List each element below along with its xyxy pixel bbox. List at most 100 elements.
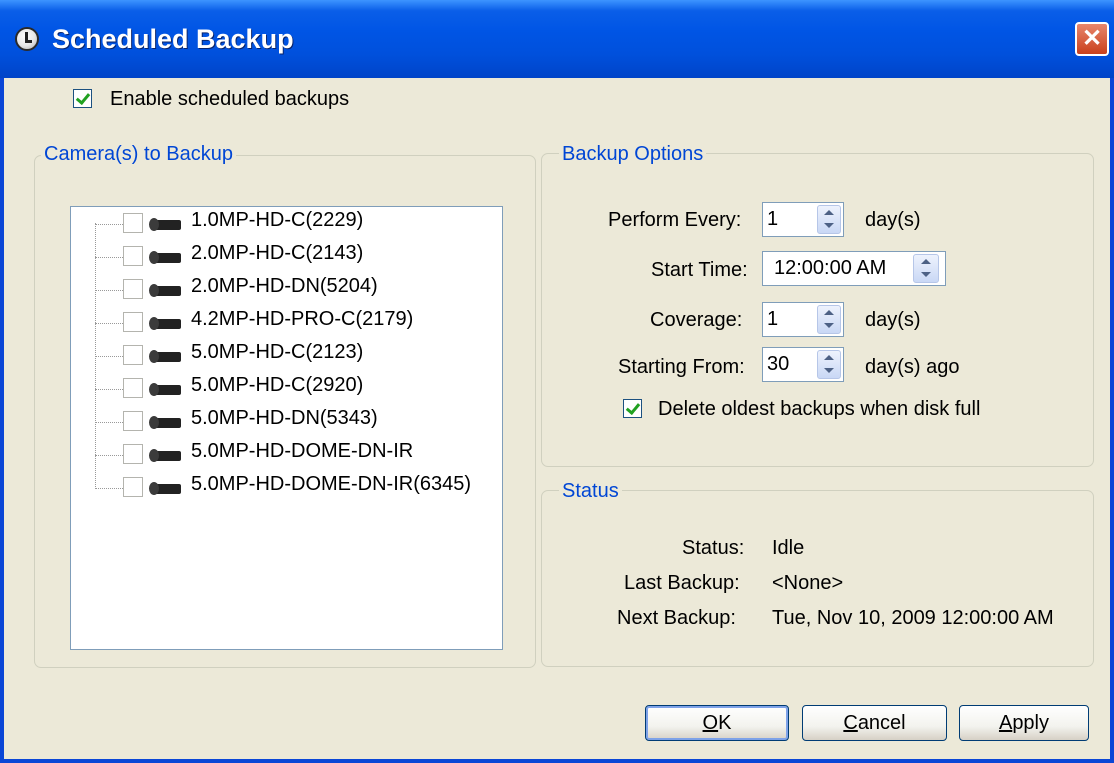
- start-time-label: Start Time:: [651, 259, 748, 281]
- camera-icon: [149, 416, 185, 430]
- camera-checkbox[interactable]: [123, 477, 143, 497]
- scheduled-backup-dialog: Scheduled Backup ✕ Enable scheduled back…: [0, 0, 1114, 763]
- perform-every-label: Perform Every:: [608, 209, 742, 231]
- camera-tree-item[interactable]: 1.0MP-HD-C(2229): [71, 208, 501, 241]
- camera-icon: [149, 449, 185, 463]
- camera-label[interactable]: 1.0MP-HD-C(2229): [191, 209, 363, 232]
- camera-checkbox[interactable]: [123, 213, 143, 233]
- camera-icon: [149, 482, 185, 496]
- enable-scheduled-backups-label[interactable]: Enable scheduled backups: [110, 88, 349, 111]
- starting-from-spin-buttons[interactable]: [817, 350, 841, 379]
- camera-icon: [149, 317, 185, 331]
- camera-tree-item[interactable]: 2.0MP-HD-DN(5204): [71, 274, 501, 307]
- status-value: Idle: [772, 537, 805, 559]
- tree-connector: [95, 290, 123, 291]
- status-label: Status:: [682, 537, 745, 559]
- cancel-button[interactable]: Cancel: [802, 705, 947, 741]
- coverage-unit: day(s): [865, 309, 921, 331]
- camera-label[interactable]: 5.0MP-HD-DN(5343): [191, 407, 378, 430]
- camera-label[interactable]: 5.0MP-HD-DOME-DN-IR: [191, 440, 413, 463]
- ok-mnemonic: O: [702, 712, 719, 734]
- camera-icon: [149, 218, 185, 232]
- tree-connector: [95, 257, 123, 258]
- coverage-label: Coverage:: [650, 309, 743, 331]
- camera-label[interactable]: 5.0MP-HD-C(2123): [191, 341, 363, 364]
- spin-up-icon[interactable]: [824, 355, 834, 360]
- camera-label[interactable]: 5.0MP-HD-C(2920): [191, 374, 363, 397]
- starting-from-unit: day(s) ago: [865, 356, 960, 378]
- apply-button[interactable]: Apply: [959, 705, 1089, 741]
- backup-options-group-title: Backup Options: [559, 143, 707, 166]
- camera-label[interactable]: 2.0MP-HD-DN(5204): [191, 275, 378, 298]
- camera-checkbox[interactable]: [123, 345, 143, 365]
- apply-label-rest: pply: [1012, 712, 1050, 734]
- perform-every-spinner[interactable]: 1: [762, 202, 844, 237]
- coverage-spinner[interactable]: 1: [762, 302, 844, 337]
- start-time-value: 12:00:00 AM: [774, 257, 887, 279]
- camera-checkbox[interactable]: [123, 411, 143, 431]
- perform-every-value: 1: [767, 208, 779, 230]
- camera-checkbox[interactable]: [123, 246, 143, 266]
- camera-label[interactable]: 2.0MP-HD-C(2143): [191, 242, 363, 265]
- coverage-spin-buttons[interactable]: [817, 305, 841, 334]
- camera-tree-item[interactable]: 2.0MP-HD-C(2143): [71, 241, 501, 274]
- camera-label[interactable]: 4.2MP-HD-PRO-C(2179): [191, 308, 413, 331]
- close-button[interactable]: ✕: [1075, 22, 1109, 56]
- spin-up-icon[interactable]: [824, 210, 834, 215]
- next-backup-value: Tue, Nov 10, 2009 12:00:00 AM: [772, 607, 1054, 629]
- perform-every-spin-buttons[interactable]: [817, 205, 841, 234]
- cancel-mnemonic: C: [843, 712, 858, 734]
- spin-down-icon[interactable]: [824, 323, 834, 328]
- ok-label-rest: K: [718, 712, 732, 734]
- camera-tree-item[interactable]: 5.0MP-HD-DN(5343): [71, 406, 501, 439]
- next-backup-label: Next Backup:: [617, 607, 736, 629]
- status-group-title: Status: [559, 480, 622, 503]
- tree-connector: [95, 488, 123, 489]
- camera-icon: [149, 350, 185, 364]
- coverage-value: 1: [767, 308, 779, 330]
- window-title: Scheduled Backup: [52, 24, 294, 54]
- camera-icon: [149, 284, 185, 298]
- camera-checkbox[interactable]: [123, 378, 143, 398]
- start-time-picker[interactable]: 12:00:00 AM: [762, 251, 946, 286]
- camera-tree-item[interactable]: 5.0MP-HD-DOME-DN-IR(6345): [71, 472, 501, 505]
- tree-connector: [95, 356, 123, 357]
- camera-checkbox[interactable]: [123, 279, 143, 299]
- cameras-group-title: Camera(s) to Backup: [41, 143, 236, 166]
- last-backup-label: Last Backup:: [624, 572, 740, 594]
- camera-tree-item[interactable]: 5.0MP-HD-C(2123): [71, 340, 501, 373]
- tree-connector: [95, 422, 123, 423]
- tree-connector: [95, 224, 123, 225]
- tree-connector: [95, 455, 123, 456]
- starting-from-spinner[interactable]: 30: [762, 347, 844, 382]
- last-backup-value: <None>: [772, 572, 844, 594]
- spin-up-icon[interactable]: [824, 310, 834, 315]
- camera-tree-item[interactable]: 5.0MP-HD-C(2920): [71, 373, 501, 406]
- cancel-label-rest: ancel: [857, 712, 906, 734]
- camera-icon: [149, 251, 185, 265]
- spin-up-icon[interactable]: [921, 259, 931, 264]
- start-time-spin-buttons[interactable]: [913, 254, 939, 283]
- tree-connector: [95, 389, 123, 390]
- ok-button[interactable]: OK: [645, 705, 789, 741]
- spin-down-icon[interactable]: [921, 272, 931, 277]
- camera-tree[interactable]: 1.0MP-HD-C(2229) 2.0MP-HD-C(2143) 2.0MP-HD…: [70, 206, 503, 650]
- spin-down-icon[interactable]: [824, 368, 834, 373]
- title-bar[interactable]: Scheduled Backup ✕: [0, 0, 1114, 78]
- delete-oldest-label[interactable]: Delete oldest backups when disk full: [658, 398, 980, 421]
- enable-scheduled-backups-checkbox[interactable]: [73, 89, 92, 108]
- apply-mnemonic: A: [998, 712, 1013, 734]
- perform-every-unit: day(s): [865, 209, 921, 231]
- starting-from-label: Starting From:: [618, 356, 745, 378]
- delete-oldest-checkbox[interactable]: [623, 399, 642, 418]
- camera-tree-item[interactable]: 5.0MP-HD-DOME-DN-IR: [71, 439, 501, 472]
- camera-tree-item[interactable]: 4.2MP-HD-PRO-C(2179): [71, 307, 501, 340]
- clock-icon: [15, 27, 39, 51]
- camera-icon: [149, 383, 185, 397]
- camera-checkbox[interactable]: [123, 444, 143, 464]
- camera-checkbox[interactable]: [123, 312, 143, 332]
- spin-down-icon[interactable]: [824, 223, 834, 228]
- tree-connector: [95, 323, 123, 324]
- starting-from-value: 30: [767, 353, 790, 375]
- camera-label[interactable]: 5.0MP-HD-DOME-DN-IR(6345): [191, 473, 471, 496]
